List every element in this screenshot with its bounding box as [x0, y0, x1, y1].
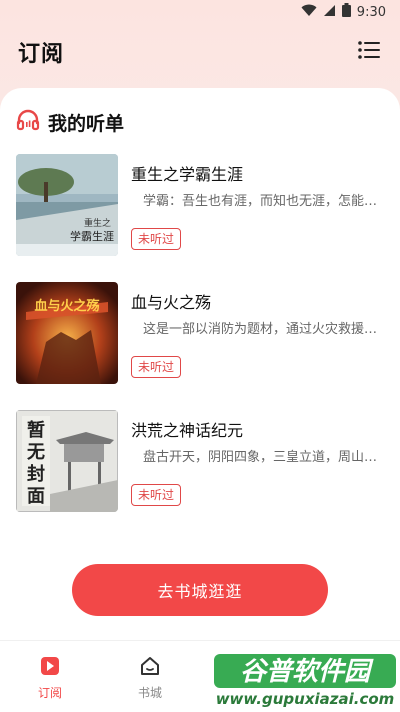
book-title: 洪荒之神话纪元 [131, 421, 244, 440]
section-title: 我的听单 [48, 112, 125, 135]
status-badge: 未听过 [131, 484, 182, 506]
svg-text:www.gupuxiazai.com: www.gupuxiazai.com [216, 690, 395, 708]
book-cover: 重生之 学霸生涯 [16, 154, 118, 256]
svg-text:血与火之殇: 血与火之殇 [34, 298, 99, 314]
svg-text:学霸生涯: 学霸生涯 [70, 229, 114, 243]
svg-text:谷普软件园: 谷普软件园 [240, 657, 374, 687]
nav-label: 订阅 [37, 686, 62, 700]
book-description: 学霸：吾生也有涯，而知也无涯，怎能不… [143, 194, 388, 209]
book-description: 这是一部以消防为题材，通过火灾救援、… [143, 322, 388, 337]
home-icon [139, 655, 161, 680]
book-item[interactable]: 暂 无 封 面 洪荒之神话纪元 盘古开天，阴阳四象，三皇立道，周山永… 未听过 [16, 410, 388, 514]
book-cover: 暂 无 封 面 [16, 410, 118, 512]
wifi-icon [301, 4, 317, 21]
book-title: 重生之学霸生涯 [131, 165, 244, 184]
status-badge: 未听过 [131, 228, 182, 250]
page-title: 订阅 [18, 42, 65, 67]
signal-icon [323, 4, 336, 21]
battery-icon [341, 3, 351, 21]
book-item[interactable]: 血与火之殇 血与火之殇 这是一部以消防为题材，通过火灾救援、… 未听过 [16, 282, 388, 386]
bookmark-icon [39, 655, 61, 680]
svg-text:封: 封 [27, 463, 45, 485]
status-time: 9:30 [356, 4, 386, 20]
list-menu-button[interactable] [356, 39, 382, 65]
app-header: 订阅 [0, 28, 400, 76]
listen-list-card: 我的听单 重生之 学霸生涯 重生之学霸生涯 学霸：吾生也有涯，而知也无涯，怎能不… [0, 88, 400, 640]
status-badge: 未听过 [131, 356, 182, 378]
svg-text:重生之: 重生之 [84, 217, 111, 229]
headphones-icon [16, 108, 40, 136]
status-bar: 9:30 [0, 0, 400, 24]
nav-label: 书城 [137, 686, 162, 700]
nav-item-subscribe[interactable]: 订阅 [20, 655, 80, 701]
book-description: 盘古开天，阴阳四象，三皇立道，周山永… [143, 450, 388, 465]
book-item[interactable]: 重生之 学霸生涯 重生之学霸生涯 学霸：吾生也有涯，而知也无涯，怎能不… 未听过 [16, 154, 388, 258]
section-header: 我的听单 [16, 108, 124, 136]
browse-bookstore-button[interactable]: 去书城逛逛 [72, 564, 328, 616]
book-cover: 血与火之殇 [16, 282, 118, 384]
book-title: 血与火之殇 [131, 293, 212, 312]
svg-text:面: 面 [27, 486, 45, 507]
list-menu-icon [358, 41, 380, 63]
nav-item-bookstore[interactable]: 书城 [120, 655, 180, 701]
svg-text:暂: 暂 [27, 419, 45, 441]
svg-text:无: 无 [27, 442, 45, 463]
site-watermark: 谷普软件园 www.gupuxiazai.com [208, 650, 400, 710]
